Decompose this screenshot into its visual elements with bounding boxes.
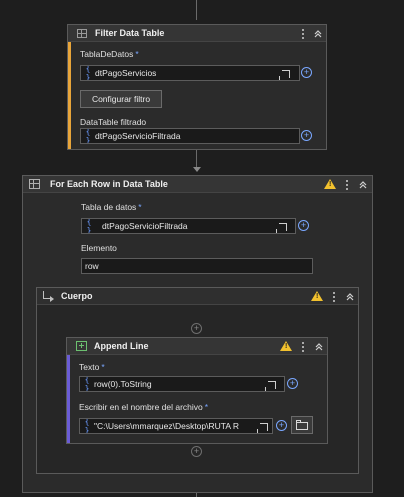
more-icon[interactable] xyxy=(333,292,336,304)
texto-field[interactable]: { } row(0).ToString xyxy=(79,376,285,392)
body-branch-arrow xyxy=(50,296,54,302)
collapse-icon[interactable] xyxy=(358,180,368,190)
collapse-icon[interactable] xyxy=(314,342,324,352)
expand-icon[interactable] xyxy=(276,223,287,233)
foreach-table-field[interactable]: { } dtPagoServicioFiltrada xyxy=(81,218,296,234)
append-line-activity[interactable]: Append Line Texto* { } row(0).ToString +… xyxy=(66,337,328,444)
more-icon[interactable] xyxy=(346,180,349,192)
warning-icon[interactable] xyxy=(311,291,323,301)
tabla-de-datos-field[interactable]: { } dtPagoServicios xyxy=(80,65,300,81)
tabla-de-datos-value: dtPagoServicios xyxy=(95,68,157,78)
body-title: Cuerpo xyxy=(61,291,93,301)
more-icon[interactable] xyxy=(302,29,305,41)
filter-table-icon xyxy=(77,29,87,38)
add-icon[interactable]: + xyxy=(301,130,312,141)
texto-value: row(0).ToString xyxy=(94,379,152,389)
variable-brace-icon: { } xyxy=(86,218,92,234)
warning-icon[interactable] xyxy=(324,179,336,189)
file-name-value: "C:\Users\mmarquez\Desktop\RUTA R xyxy=(94,421,240,431)
variable-brace-icon: { } xyxy=(84,418,90,434)
filter-header[interactable]: Filter Data Table xyxy=(68,25,326,42)
tabla-de-datos-label: Tabla de datos * xyxy=(81,202,142,212)
expand-icon[interactable] xyxy=(279,70,290,80)
collapse-icon[interactable] xyxy=(345,292,355,302)
tabla-de-datos-label: TablaDeDatos * xyxy=(80,49,139,59)
elemento-label: Elemento xyxy=(81,243,117,253)
connector-line-top xyxy=(196,0,197,20)
variable-brace-icon: { } xyxy=(84,376,90,392)
append-header[interactable]: Append Line xyxy=(67,338,327,355)
append-title: Append Line xyxy=(94,341,149,351)
filter-title: Filter Data Table xyxy=(95,28,165,38)
elemento-input[interactable]: row xyxy=(81,258,313,274)
folder-icon xyxy=(296,422,308,430)
more-icon[interactable] xyxy=(302,342,305,354)
variable-brace-icon: { } xyxy=(85,65,91,81)
datatable-filtrado-field[interactable]: { } dtPagoServicioFiltrada xyxy=(80,128,300,144)
foreach-table-value: dtPagoServicioFiltrada xyxy=(102,221,188,231)
add-activity-icon[interactable]: + xyxy=(191,323,202,334)
add-icon[interactable]: + xyxy=(287,378,298,389)
body-sequence[interactable]: Cuerpo + Append Line Texto* { } ro xyxy=(36,287,359,474)
variable-brace-icon: { } xyxy=(85,128,91,144)
datatable-filtrado-value: dtPagoServicioFiltrada xyxy=(95,131,181,141)
configurar-filtro-button[interactable]: Configurar filtro xyxy=(80,90,162,108)
file-name-field[interactable]: { } "C:\Users\mmarquez\Desktop\RUTA R xyxy=(79,418,273,434)
add-activity-icon[interactable]: + xyxy=(191,446,202,457)
expand-icon[interactable] xyxy=(257,423,268,433)
add-icon[interactable]: + xyxy=(301,67,312,78)
expand-icon[interactable] xyxy=(265,381,276,391)
datatable-filtrado-label: DataTable filtrado xyxy=(80,117,147,127)
append-line-icon xyxy=(76,341,87,351)
body-header[interactable]: Cuerpo xyxy=(37,288,358,305)
warning-icon[interactable] xyxy=(280,341,292,351)
add-icon[interactable]: + xyxy=(298,220,309,231)
add-icon[interactable]: + xyxy=(276,420,287,431)
texto-label: Texto * xyxy=(79,362,105,372)
folder-browse-button[interactable] xyxy=(291,416,313,434)
foreach-activity[interactable]: For Each Row in Data Table Tabla de dato… xyxy=(22,175,373,493)
filter-accent-bar xyxy=(68,25,71,149)
connector-arrow xyxy=(193,167,201,172)
foreach-icon xyxy=(29,179,40,189)
foreach-header[interactable]: For Each Row in Data Table xyxy=(23,176,372,193)
foreach-title: For Each Row in Data Table xyxy=(50,179,168,189)
filter-data-table-activity[interactable]: Filter Data Table TablaDeDatos * { } dtPa… xyxy=(67,24,327,150)
file-name-label: Escribir en el nombre del archivo * xyxy=(79,402,209,412)
collapse-icon[interactable] xyxy=(313,29,323,39)
